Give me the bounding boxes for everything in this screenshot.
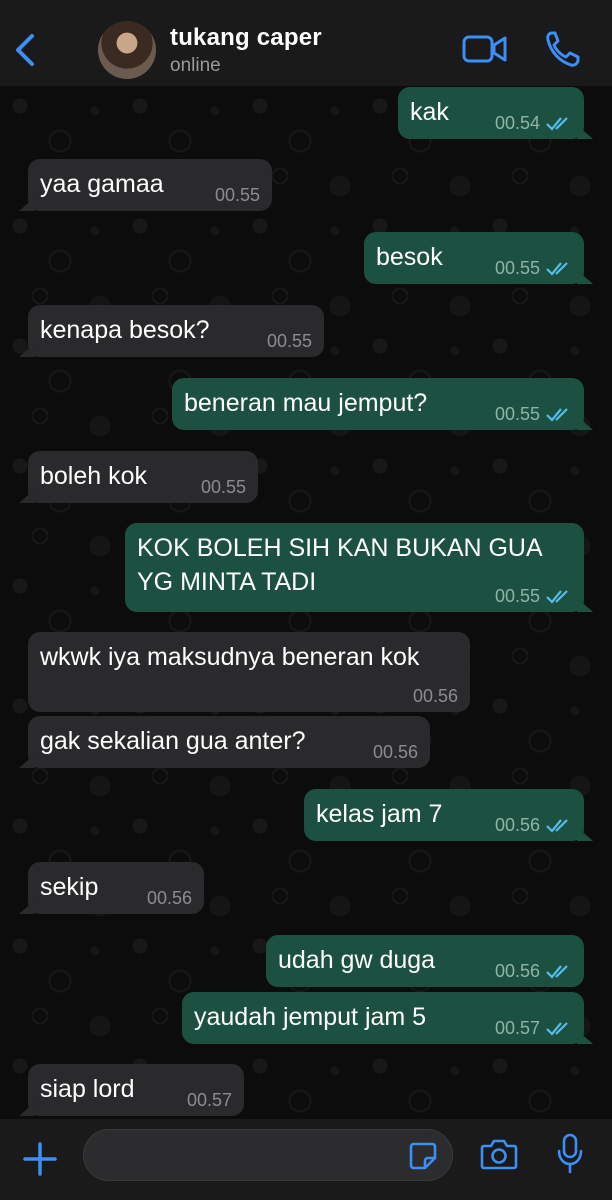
message-bubble-incoming[interactable]: kenapa besok? 00.55 [19,305,324,357]
message-time: 00.56 [494,961,540,981]
message-meta: 00.56 [413,686,458,706]
message-meta: 00.57 [495,1018,572,1038]
contact-status: online [170,55,221,76]
message-meta: 00.55 [267,331,312,351]
message-time: 00.55 [494,404,540,424]
video-call-icon[interactable] [462,32,508,66]
message-text: beneran mau jemput? [184,389,428,417]
message-meta: 00.56 [495,815,572,835]
message-bubble-outgoing[interactable]: kelas jam 7 00.56 [304,789,593,841]
message-text: gak sekalian gua anter? [40,727,306,755]
message-meta: 00.55 [201,477,246,497]
contact-name[interactable]: tukang caper [170,24,322,52]
message-time: 00.55 [494,586,540,606]
message-time: 00.54 [494,113,540,133]
message-time: 00.55 [200,477,246,497]
message-meta: 00.55 [495,258,572,278]
message-input-field[interactable] [83,1129,453,1181]
message-bubble-outgoing[interactable]: yaudah jemput jam 5 00.57 [182,992,593,1044]
message-bubble-incoming[interactable]: yaa gamaa 00.55 [19,159,272,211]
chat-header: tukang caper online [0,0,612,86]
message-bubble-incoming[interactable]: sekip 00.56 [19,862,204,914]
message-bubble-outgoing[interactable]: kak 00.54 [398,87,593,139]
message-time: 00.57 [186,1090,232,1110]
message-bubble-outgoing[interactable]: KOK BOLEH SIH KAN BUKAN GUA YG MINTA TAD… [125,523,593,612]
message-meta: 00.56 [147,888,192,908]
read-ticks-icon [546,262,568,276]
camera-icon[interactable] [480,1137,518,1171]
message-time: 00.55 [214,185,260,205]
message-text: yaudah jemput jam 5 [194,1003,427,1031]
back-arrow-icon[interactable] [10,30,40,70]
read-ticks-icon [546,590,568,604]
read-ticks-icon [546,965,568,979]
chat-area: kak 00.54 yaa gamaa 00.55 besok 00.55 ke… [0,86,612,1119]
message-meta: 00.55 [495,404,572,424]
message-meta: 00.56 [373,742,418,762]
message-input[interactable] [98,1140,402,1172]
message-bubble-outgoing[interactable]: besok 00.55 [364,232,593,284]
message-time: 00.56 [372,742,418,762]
message-meta: 00.54 [495,113,572,133]
message-time: 00.57 [494,1018,540,1038]
message-bubble-incoming[interactable]: boleh kok 00.55 [19,451,258,503]
message-bubble-incoming[interactable]: gak sekalian gua anter? 00.56 [19,716,430,768]
microphone-icon[interactable] [556,1133,584,1175]
read-ticks-icon [546,1022,568,1036]
message-meta: 00.55 [495,586,572,606]
message-text: siap lord [40,1075,135,1103]
read-ticks-icon [546,117,568,131]
message-time: 00.56 [146,888,192,908]
contact-avatar[interactable] [98,21,156,79]
message-bubble-outgoing[interactable]: beneran mau jemput? 00.55 [172,378,593,430]
read-ticks-icon [546,408,568,422]
message-text: kelas jam 7 [316,800,443,828]
message-bubble-incoming[interactable]: wkwk iya maksudnya beneran kok 00.56 [28,632,470,712]
composer-bar [0,1119,612,1200]
sticker-icon[interactable] [408,1141,438,1171]
message-text: boleh kok [40,462,148,490]
message-time: 00.55 [266,331,312,351]
message-text: sekip [40,873,99,901]
message-meta: 00.57 [187,1090,232,1110]
message-text: kenapa besok? [40,316,210,344]
message-text: besok [376,243,443,271]
plus-icon[interactable] [22,1141,58,1177]
message-text: kak [410,98,449,126]
message-meta: 00.55 [215,185,260,205]
message-time: 00.55 [494,258,540,278]
message-text: yaa gamaa [40,170,164,198]
read-ticks-icon [546,819,568,833]
message-text: udah gw duga [278,946,436,974]
message-bubble-outgoing[interactable]: udah gw duga 00.56 [266,935,584,987]
message-time: 00.56 [412,686,458,706]
phone-call-icon[interactable] [544,30,580,68]
message-meta: 00.56 [495,961,572,981]
message-text: wkwk iya maksudnya beneran kok [40,643,420,671]
message-bubble-incoming[interactable]: siap lord 00.57 [19,1064,244,1116]
message-time: 00.56 [494,815,540,835]
message-text: KOK BOLEH SIH KAN BUKAN GUA YG MINTA TAD… [137,534,543,596]
